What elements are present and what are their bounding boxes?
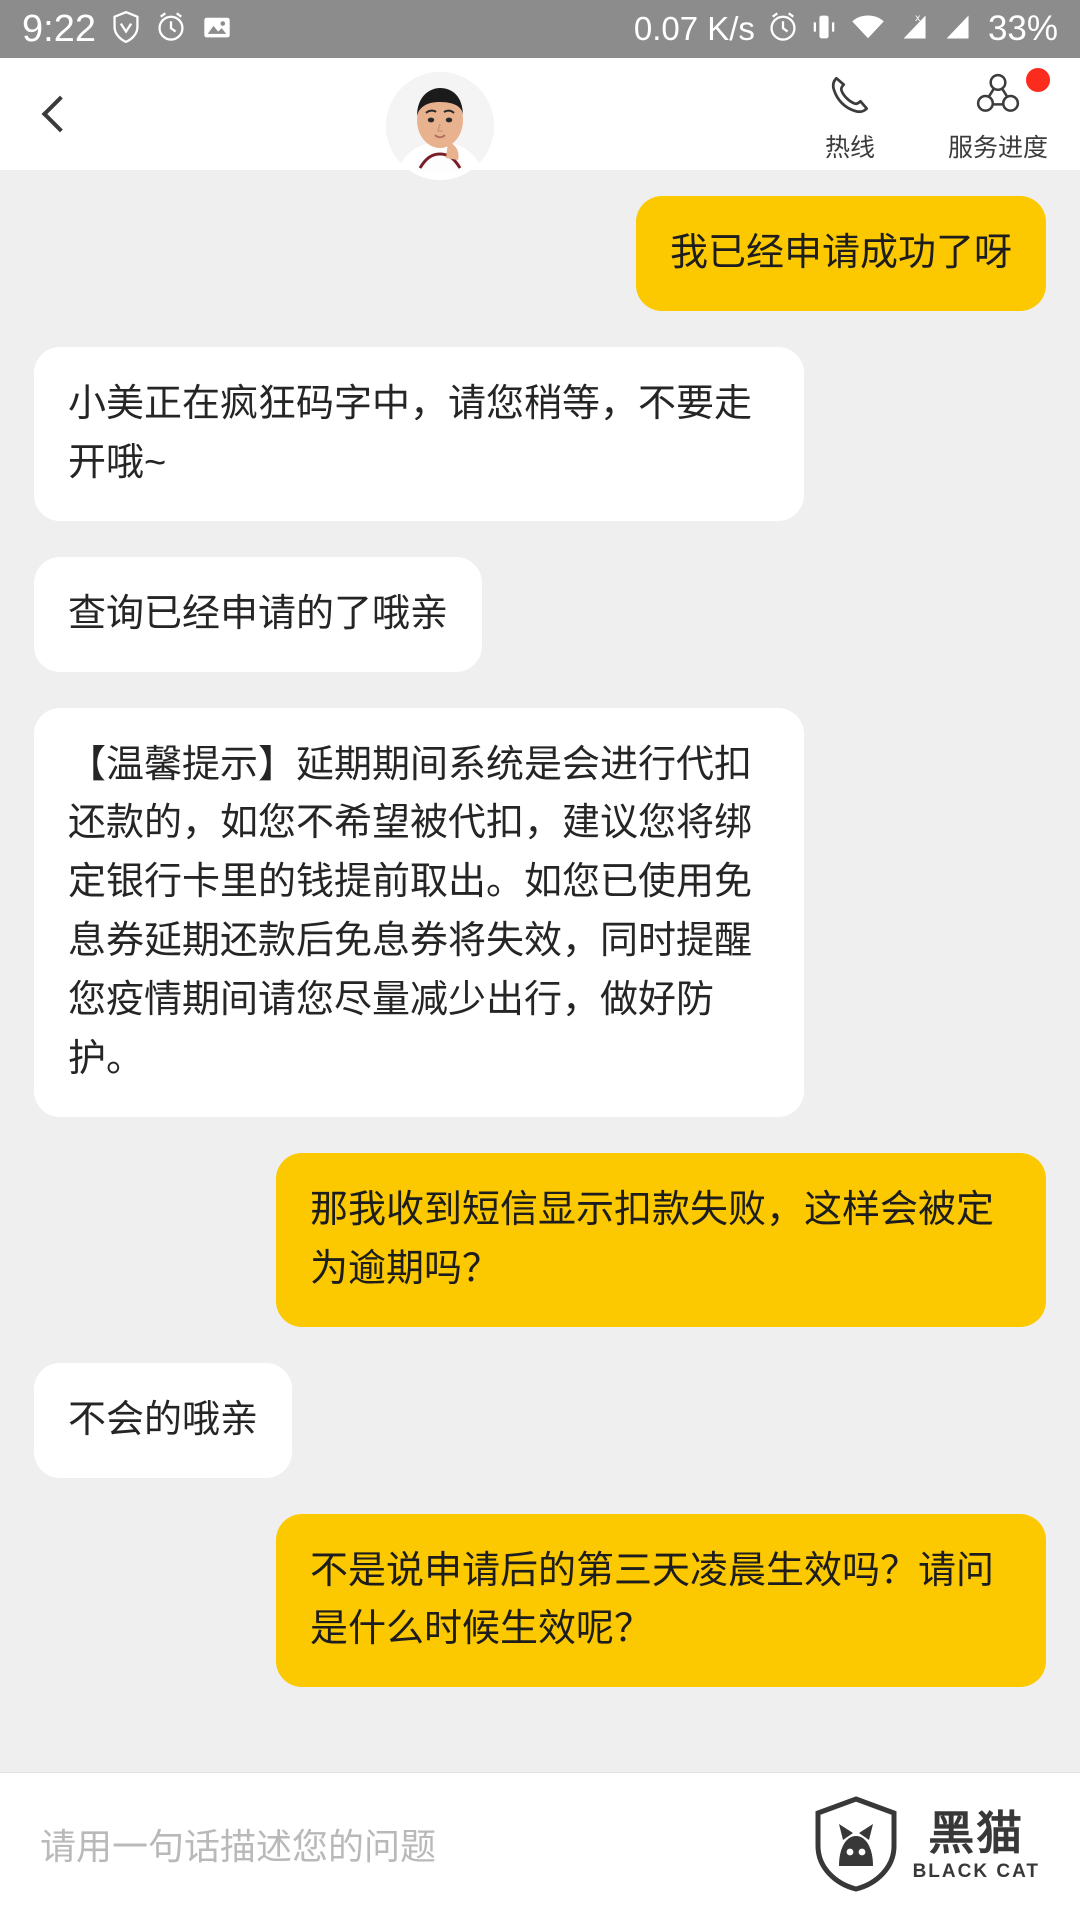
status-bar-right: 0.07 K/s x 33% [634,9,1058,49]
message-bubble-bot[interactable]: 【温馨提示】延期期间系统是会进行代扣还款的，如您不希望被代扣，建议您将绑定银行卡… [34,707,804,1117]
chat-row: 不是说申请后的第三天凌晨生效吗？请问是什么时候生效呢？ [0,1513,1080,1688]
chat-header: 热线 服务进度 [0,58,1080,180]
back-button[interactable] [0,58,110,170]
watermark-cn: 黑猫 [928,1807,1025,1859]
network-speed: 0.07 K/s [633,10,755,47]
chat-row: 查询已经申请的了哦亲 [0,556,1080,672]
chat-row: 那我收到短信显示扣款失败，这样会被定为逾期吗？ [0,1152,1080,1327]
message-bubble-user[interactable]: 我已经申请成功了呀 [635,196,1046,311]
wifi-icon [850,12,886,47]
chat-row: 【温馨提示】延期期间系统是会进行代扣还款的，如您不希望被代扣，建议您将绑定银行卡… [0,707,1080,1117]
alarm-clock-icon [156,11,186,48]
photo-icon [202,13,232,46]
message-bubble-bot[interactable]: 不会的哦亲 [34,1362,293,1478]
battery-level: 33% [987,9,1058,48]
signal-icon: x [899,12,929,47]
status-time: 9:22 [22,7,96,50]
phone-icon [827,72,873,123]
hotline-button[interactable]: 热线 [802,72,898,164]
watermark-text: 黑猫 BLACK CAT [913,1810,1040,1883]
black-cat-shield-icon [813,1796,899,1897]
watermark-en: BLACK CAT [912,1861,1040,1882]
avatar[interactable] [386,72,494,180]
signal-icon [942,12,972,47]
status-badge [1026,68,1050,92]
chat-row: 小美正在疯狂码字中，请您稍等，不要走开哦~ [0,346,1080,521]
back-chevron-icon [41,95,79,133]
svg-text:x: x [915,13,921,24]
message-bubble-bot[interactable]: 查询已经申请的了哦亲 [34,556,483,672]
message-bubble-user[interactable]: 不是说申请后的第三天凌晨生效吗？请问是什么时候生效呢？ [276,1513,1046,1688]
message-bubble-bot[interactable]: 小美正在疯狂码字中，请您稍等，不要走开哦~ [34,346,804,521]
status-bar-left: 9:22 [22,8,232,51]
chat-row: 不会的哦亲 [0,1362,1080,1478]
status-bar: 9:22 0.07 K/s x 33% [0,0,1080,58]
alarm-clock-icon [768,11,798,48]
chat-row: 我已经申请成功了呀 [0,196,1080,311]
service-progress-icon [975,72,1021,123]
chat-message-list[interactable]: 我已经申请成功了呀 小美正在疯狂码字中，请您稍等，不要走开哦~ 查询已经申请的了… [0,170,1080,1772]
service-progress-button[interactable]: 服务进度 [948,68,1050,164]
service-progress-label: 服务进度 [948,134,1049,162]
message-input[interactable] [40,1825,795,1868]
header-actions: 热线 服务进度 [802,64,1080,164]
shield-icon [112,10,140,48]
message-input-bar: 黑猫 BLACK CAT [0,1772,1080,1920]
message-bubble-user[interactable]: 那我收到短信显示扣款失败，这样会被定为逾期吗？ [276,1152,1046,1327]
watermark: 黑猫 BLACK CAT [813,1796,1040,1897]
vibrate-icon [811,11,837,48]
hotline-label: 热线 [824,134,875,162]
